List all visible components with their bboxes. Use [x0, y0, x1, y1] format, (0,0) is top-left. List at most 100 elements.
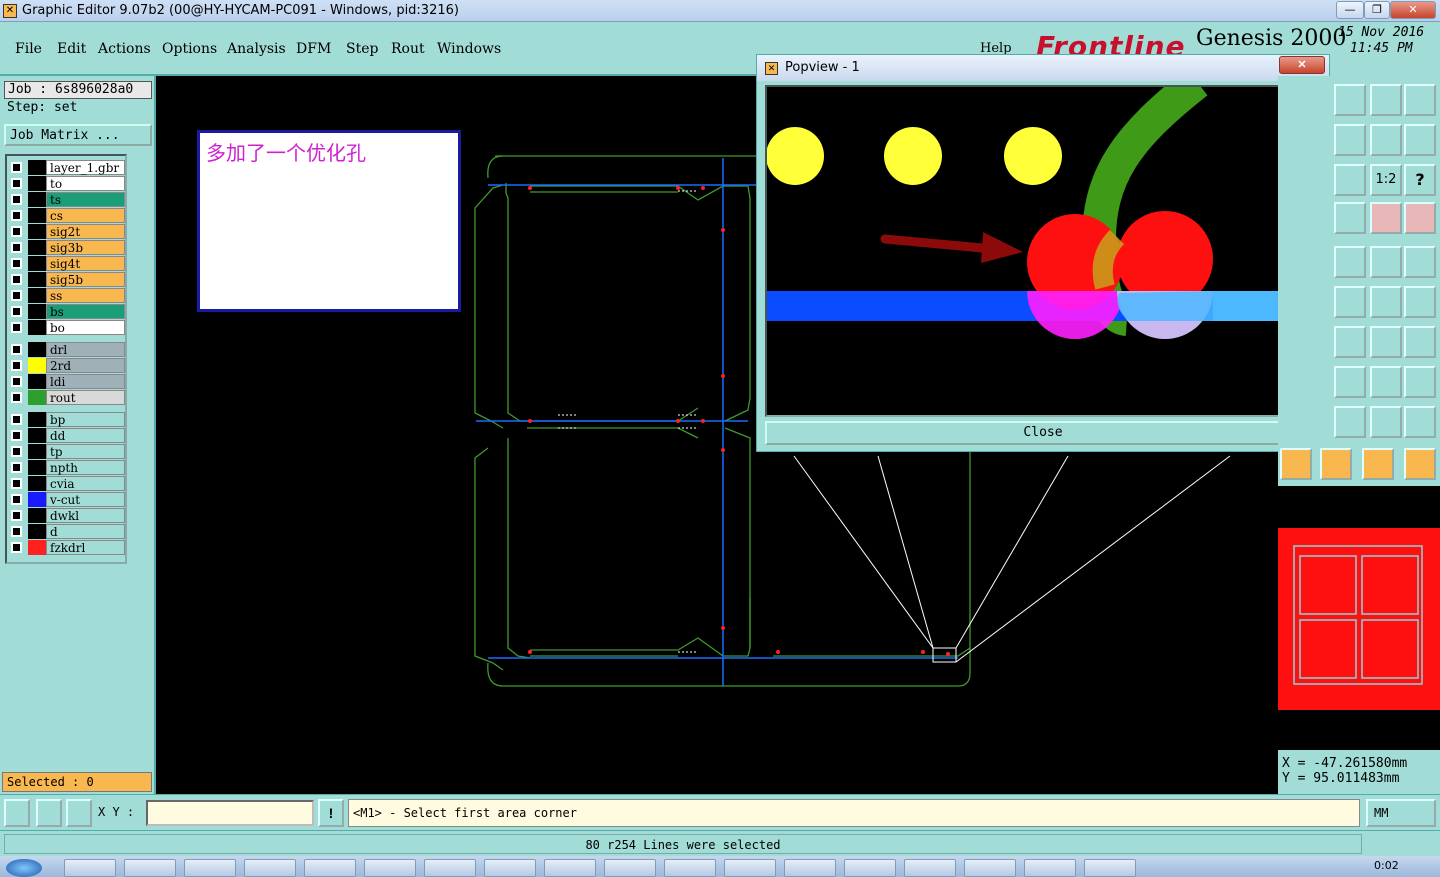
layer-row[interactable]: sig2t [9, 224, 127, 239]
menu-actions[interactable]: Actions [98, 41, 151, 57]
layer-color-swatch[interactable] [28, 476, 46, 491]
layer-checkbox[interactable] [11, 306, 22, 317]
layer-checkbox[interactable] [11, 462, 22, 473]
layer-name[interactable]: bp [46, 412, 125, 427]
taskbar-app-16[interactable] [964, 859, 1016, 877]
menu-options[interactable]: Options [162, 41, 217, 57]
taskbar-app-9[interactable] [544, 859, 596, 877]
snap-icon[interactable] [1404, 124, 1436, 156]
layer-color-swatch[interactable] [28, 412, 46, 427]
layer-color-swatch[interactable] [28, 540, 46, 555]
menu-windows[interactable]: Windows [437, 41, 501, 57]
layer-checkbox[interactable] [11, 344, 22, 355]
grid-snap-icon[interactable] [66, 799, 92, 827]
menu-file[interactable]: File [15, 41, 42, 57]
menu-step[interactable]: Step [346, 41, 378, 57]
layer-name[interactable]: ts [46, 192, 125, 207]
layer-row[interactable]: cs [9, 208, 127, 223]
layer-row[interactable]: bo [9, 320, 127, 335]
layer-name[interactable]: dwkl [46, 508, 125, 523]
taskbar-app-4[interactable] [244, 859, 296, 877]
zoom-fit-icon[interactable] [4, 799, 30, 827]
layer-row[interactable]: ldi [9, 374, 127, 389]
taskbar-app-14[interactable] [844, 859, 896, 877]
layer-name[interactable]: sig4t [46, 256, 125, 271]
units-select[interactable]: MM [1366, 799, 1436, 827]
alert-icon[interactable]: ! [318, 799, 344, 827]
layer-name[interactable]: ldi [46, 374, 125, 389]
pad-icon[interactable] [1404, 246, 1436, 278]
layer-checkbox[interactable] [11, 526, 22, 537]
layer-name[interactable]: sig2t [46, 224, 125, 239]
layer-row[interactable]: cvia [9, 476, 127, 491]
line-icon[interactable] [1334, 326, 1366, 358]
overview-map[interactable] [1278, 486, 1440, 750]
layer-color-swatch[interactable] [28, 240, 46, 255]
layer-row[interactable]: bp [9, 412, 127, 427]
layer-red-icon[interactable] [1370, 202, 1402, 234]
scale-1-2-icon[interactable]: 1:2 [1370, 164, 1402, 196]
help-icon[interactable]: ? [1404, 164, 1436, 196]
grid-icon[interactable] [1334, 202, 1366, 234]
layer-name[interactable]: to [46, 176, 125, 191]
layer-row[interactable]: rout [9, 390, 127, 405]
layer-checkbox[interactable] [11, 226, 22, 237]
layer-row[interactable]: fzkdrl [9, 540, 127, 555]
job-matrix-button[interactable]: Job Matrix ... [4, 124, 152, 146]
popview-canvas[interactable] [765, 68, 1287, 417]
taskbar-app-1[interactable] [64, 859, 116, 877]
layer-color-swatch[interactable] [28, 208, 46, 223]
layer-row[interactable]: v-cut [9, 492, 127, 507]
layer-row[interactable]: dwkl [9, 508, 127, 523]
close-window-button[interactable]: ✕ [1390, 1, 1436, 19]
layer-name[interactable]: sig3b [46, 240, 125, 255]
layer-checkbox[interactable] [11, 274, 22, 285]
layer-color-swatch[interactable] [28, 374, 46, 389]
layer-color-swatch[interactable] [28, 390, 46, 405]
layer-color-swatch[interactable] [28, 492, 46, 507]
layer-checkbox[interactable] [11, 376, 22, 387]
taskbar-app-15[interactable] [904, 859, 956, 877]
layer-checkbox[interactable] [11, 178, 22, 189]
layer-color-swatch[interactable] [28, 358, 46, 373]
layer-checkbox[interactable] [11, 322, 22, 333]
start-button[interactable] [6, 859, 42, 877]
zoom-center-icon[interactable] [1334, 164, 1366, 196]
layer-checkbox[interactable] [11, 162, 22, 173]
popview-close-button[interactable]: Close [765, 421, 1321, 445]
layer-color-swatch[interactable] [28, 508, 46, 523]
layer-row[interactable]: 2rd [9, 358, 127, 373]
layer-checkbox[interactable] [11, 194, 22, 205]
taskbar-app-8[interactable] [484, 859, 536, 877]
layer-name[interactable]: npth [46, 460, 125, 475]
layer-name[interactable]: bs [46, 304, 125, 319]
pointer2-icon[interactable] [1320, 448, 1352, 480]
restore-button[interactable]: ❐ [1364, 1, 1390, 19]
layer-checkbox[interactable] [11, 414, 22, 425]
menu-rout[interactable]: Rout [391, 41, 425, 57]
layer-row[interactable]: to [9, 176, 127, 191]
layer-row[interactable]: npth [9, 460, 127, 475]
layer-checkbox[interactable] [11, 478, 22, 489]
layer-checkbox[interactable] [11, 446, 22, 457]
taskbar-app-11[interactable] [664, 859, 716, 877]
layer-row[interactable]: layer_1.gbr [9, 160, 127, 175]
layer-checkbox[interactable] [11, 360, 22, 371]
layer-checkbox[interactable] [11, 210, 22, 221]
layer-checkbox[interactable] [11, 290, 22, 301]
layer-color-swatch[interactable] [28, 256, 46, 271]
arc-up3-icon[interactable] [1404, 406, 1436, 438]
layer-color-swatch[interactable] [28, 192, 46, 207]
copy-icon[interactable] [1404, 286, 1436, 318]
move-icon[interactable] [1370, 286, 1402, 318]
layer-color-swatch[interactable] [28, 224, 46, 239]
layer-name[interactable]: layer_1.gbr [46, 160, 125, 175]
layer-name[interactable]: tp [46, 444, 125, 459]
layer-name[interactable]: sig5b [46, 272, 125, 287]
layer-color-swatch[interactable] [28, 272, 46, 287]
layer-checkbox[interactable] [11, 430, 22, 441]
popview-close-icon[interactable]: ✕ [1279, 56, 1325, 74]
layer-red2-icon[interactable] [1404, 202, 1436, 234]
layer-color-swatch[interactable] [28, 460, 46, 475]
taskbar-app-17[interactable] [1024, 859, 1076, 877]
